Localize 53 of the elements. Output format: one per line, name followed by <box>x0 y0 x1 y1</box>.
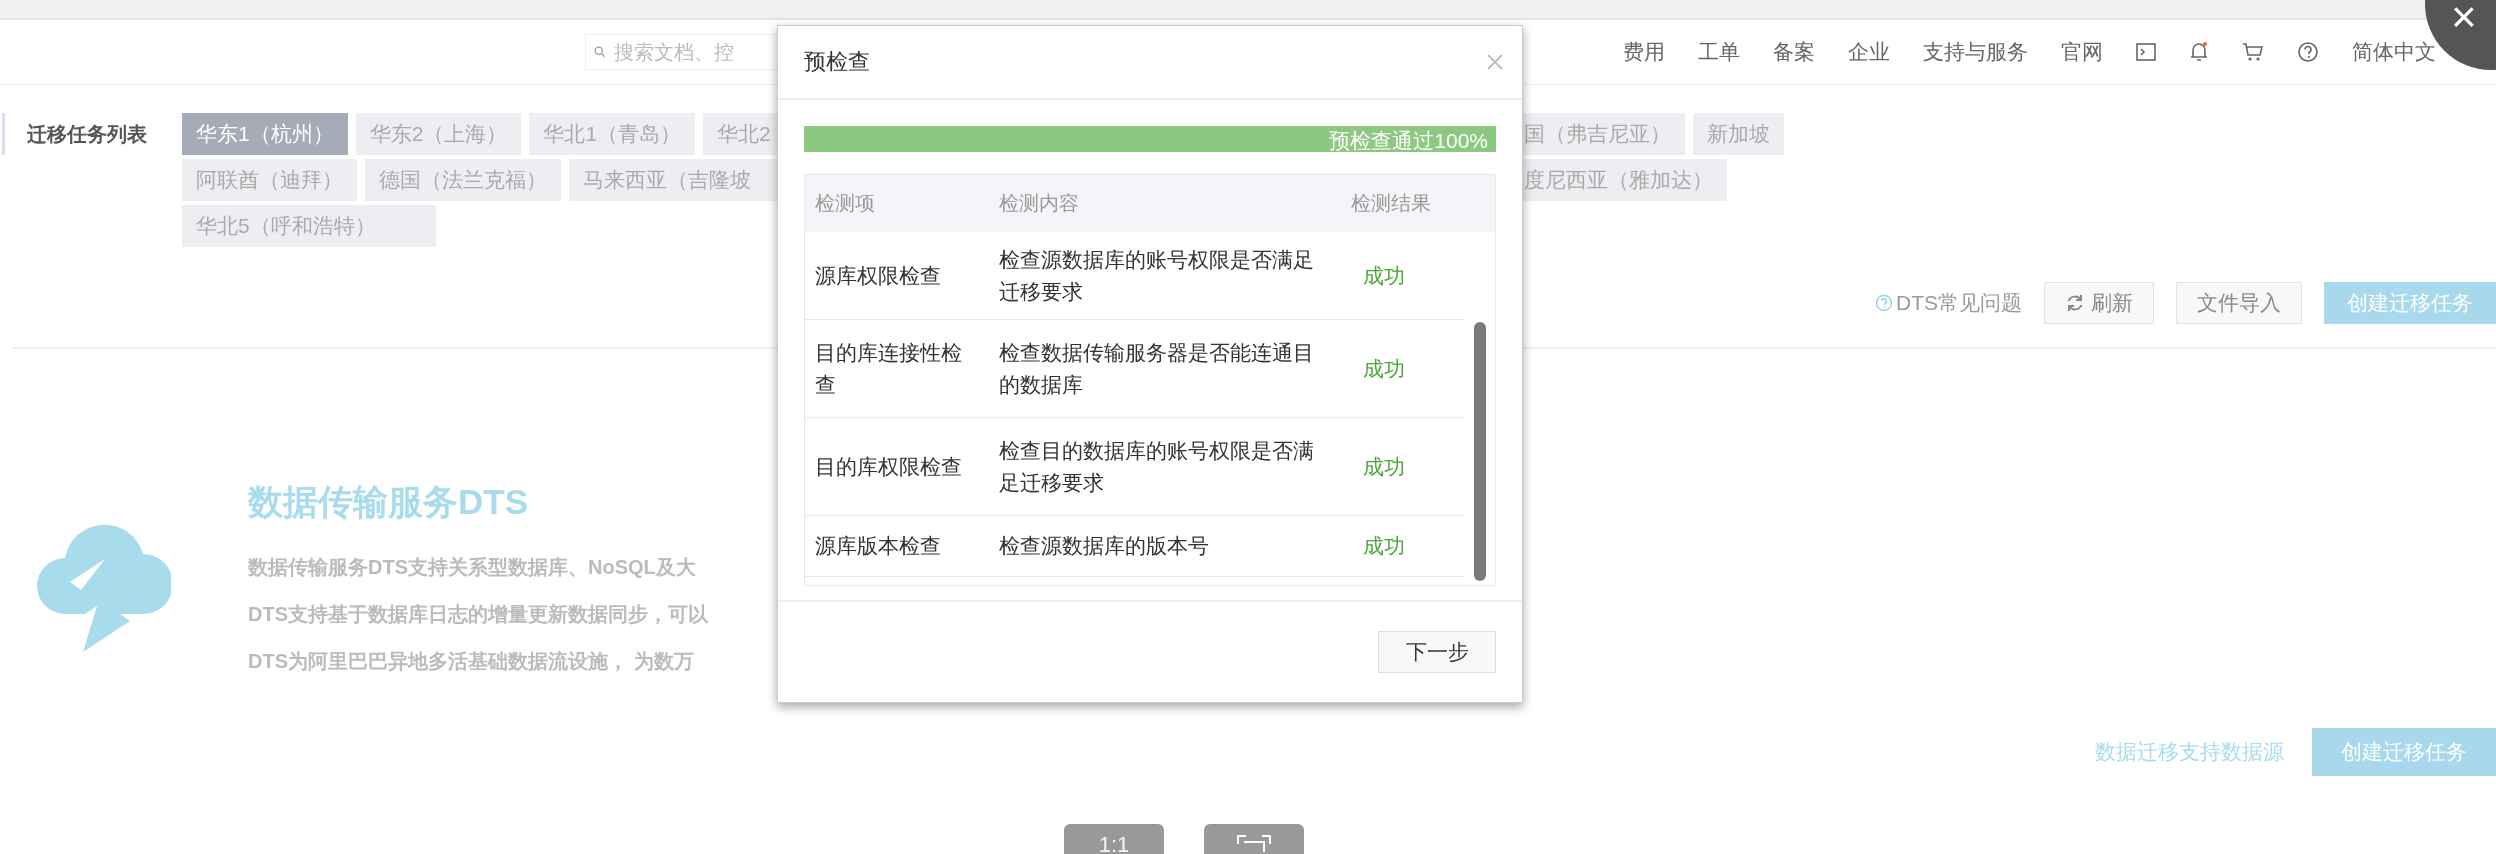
dialog-title: 预检查 <box>804 48 870 76</box>
region-tab[interactable]: 阿联酋（迪拜） <box>182 159 357 201</box>
import-button[interactable]: 文件导入 <box>2176 282 2302 324</box>
table-cell-text: 检查目的数据库的账号权限是否满足迁移要求 <box>999 437 1315 496</box>
column-header: 检测项 <box>814 191 876 216</box>
table-cell-text: 检查源数据库的版本号 <box>999 533 1210 559</box>
status-cell-text: 成功 <box>1363 453 1405 480</box>
region-tab[interactable]: 华东1（杭州） <box>182 113 348 155</box>
help-icon[interactable] <box>2297 41 2319 63</box>
nav-link[interactable]: 支持与服务 <box>1923 38 2028 66</box>
column-header: 检测内容 <box>999 191 1080 216</box>
region-tab[interactable]: 德国（法兰克福） <box>365 159 561 201</box>
region-tab[interactable]: 华北1（青岛） <box>529 113 696 155</box>
intro-text: 数据传输服务DTS支持关系型数据库、NoSQL及大 <box>248 555 697 580</box>
nav-link[interactable]: 备案 <box>1773 38 1815 66</box>
region-tab[interactable]: 国（弗吉尼亚） <box>1520 113 1685 155</box>
next-button[interactable]: 下一步 <box>1378 631 1496 673</box>
table-cell-text: 源库权限检查 <box>814 262 942 289</box>
status-cell-text: 成功 <box>1363 262 1405 289</box>
create-task-button[interactable]: 创建迁移任务 <box>2324 282 2496 324</box>
region-tab[interactable]: 华北5（呼和浩特） <box>182 205 436 247</box>
region-tab[interactable]: 新加坡 <box>1693 113 1784 155</box>
intro-text: DTS支持基于数据库日志的增量更新数据同步，可以 <box>248 602 708 627</box>
status-cell-text: 成功 <box>1363 355 1405 382</box>
cart-icon[interactable] <box>2242 42 2264 62</box>
nav-link[interactable]: 官网 <box>2061 38 2103 66</box>
terminal-icon[interactable] <box>2136 43 2156 61</box>
nav-link[interactable]: 工单 <box>1698 38 1740 66</box>
intro-text: DTS为阿里巴巴异地多活基础数据流设施， 为数万 <box>248 649 695 674</box>
table-cell-text: 检查源数据库的账号权限是否满足迁移要求 <box>999 246 1315 305</box>
section-label: 迁移任务列表 <box>27 121 147 147</box>
table-cell-text: 检查数据传输服务器是否能连通目的数据库 <box>999 339 1315 398</box>
refresh-icon <box>2065 293 2085 313</box>
refresh-button[interactable]: 刷新 <box>2044 282 2154 324</box>
scrollbar-thumb[interactable] <box>1474 322 1486 581</box>
nav-link[interactable]: 企业 <box>1848 38 1890 66</box>
table-cell-text: 目的库权限检查 <box>814 453 963 480</box>
status-cell-text: 成功 <box>1363 533 1405 559</box>
bell-icon[interactable] <box>2189 41 2209 63</box>
region-tab[interactable]: 华东2（上海） <box>355 113 522 155</box>
faq-link[interactable]: DTS常见问题 <box>1875 289 2022 317</box>
intro-title: 数据传输服务DTS <box>248 481 529 523</box>
data-source-link[interactable]: 数据迁移支持数据源 <box>2095 738 2284 766</box>
zoom-reset-button[interactable]: 1:1 <box>1064 824 1164 854</box>
create-task-button[interactable]: 创建迁移任务 <box>2312 728 2496 776</box>
table-cell-text: 目的库连接性检查 <box>814 339 963 398</box>
fit-screen-icon <box>1234 832 1274 852</box>
region-tab[interactable]: 度尼西亚（雅加达） <box>1520 159 1727 201</box>
progress-label: 预检查通过100% <box>1329 128 1488 154</box>
column-header: 检测结果 <box>1351 191 1431 216</box>
table-cell-text: 源库版本检查 <box>814 533 942 559</box>
help-icon <box>1875 294 1893 312</box>
nav-link[interactable]: 费用 <box>1623 38 1665 66</box>
